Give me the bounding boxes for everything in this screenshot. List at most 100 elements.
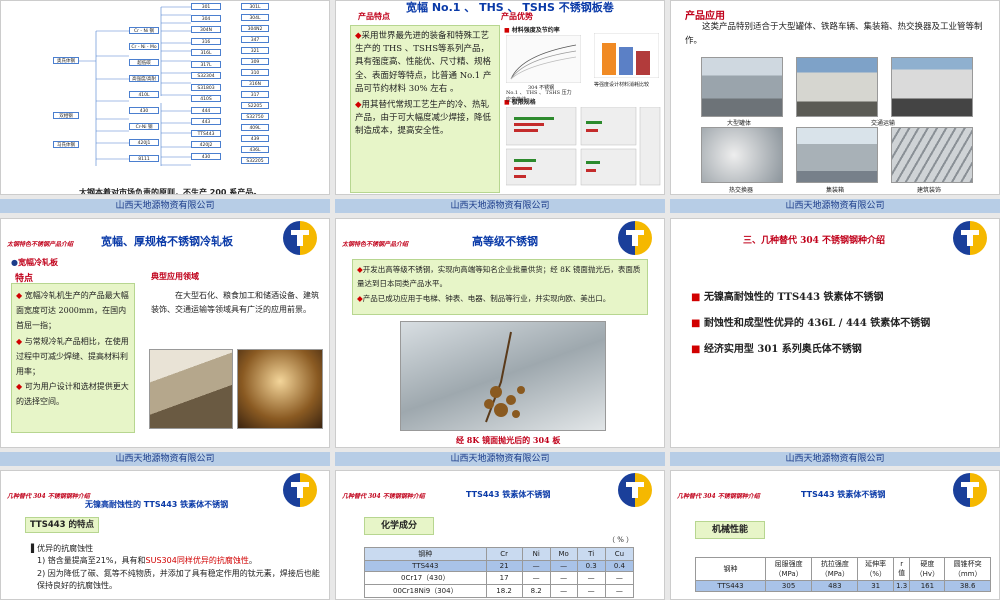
table-row: TTS443 21— —0.3 0.4 — [364, 560, 635, 572]
slide5-caption: 经 8K 镜面抛光后的 304 板 — [456, 435, 561, 445]
tree-node: 304 — [191, 14, 221, 22]
tree-node: 321 — [241, 47, 269, 54]
slide9-tag: 几种替代 304 不锈钢钢种介绍 — [677, 493, 760, 500]
tree-node: 430 — [191, 152, 221, 160]
photo-container — [796, 127, 878, 183]
mechanical-table: 钢种 屈服强度（MPa） 抗拉强度（MPa） 延伸率（%） r 值硬度（Hv） 圆锥杯突（… — [695, 557, 991, 592]
tree-node: 347 — [241, 36, 269, 43]
list-item: ■ 无镍高耐蚀性的 TTS443 铁素体不锈钢 — [691, 292, 884, 303]
slide2-footer: 山西天地源物资有限公司 — [335, 199, 665, 213]
company-logo — [618, 473, 652, 507]
chart3-caption: No.1 、 THS 、 TSHS 压力应变曲线 — [506, 90, 572, 103]
tree-node: 8111 — [129, 155, 159, 162]
photo-kitchen — [149, 349, 233, 429]
company-logo — [953, 473, 987, 507]
slide7-body: ▌优异的抗腐蚀性 1) 铬含量提高至21%，具有和SUS304同样优异的抗腐蚀性… — [31, 544, 320, 591]
photo-truck — [891, 57, 973, 117]
slide3-title: 产品应用 — [685, 11, 725, 22]
slide6-list: ■ 无镍高耐蚀性的 TTS443 铁素体不锈钢 ■ 耐蚀性和成型性优异的 436… — [691, 285, 930, 363]
tree-node: 304L — [241, 14, 269, 21]
table-header-row: 钢种 屈服强度（MPa） 抗拉强度（MPa） 延伸率（%） r 值硬度（Hv） 圆锥杯突（… — [695, 557, 991, 581]
table-row: TTS443 305 483 31 1.3 161 38.6 — [695, 580, 991, 592]
tree-node: TTS443 — [191, 129, 221, 137]
slide9-box: 机械性能 — [695, 521, 765, 539]
slide5-tag: 太钢特色不锈钢产品介绍 — [342, 241, 409, 248]
list-item: ■ 经济实用型 301 系列奥氏体不锈钢 — [691, 344, 862, 355]
photo-building — [891, 127, 973, 183]
tree-node: S32750 — [241, 113, 269, 120]
slide7-box: TTS443 的特点 — [25, 517, 99, 533]
slide4-apps: 在大型石化、粮食加工和储酒设备、建筑装饰、交通运输等领域具有广泛的应用前景。 — [151, 291, 319, 314]
table-row: 0Cr17（430） 17— — — — — [364, 571, 635, 585]
tree-node: Cr - Ni 钢 — [129, 27, 159, 34]
slide4-right-head: 典型应用领域 — [151, 271, 199, 281]
tree-node: 304N2 — [241, 25, 269, 32]
photo-large-tanks — [701, 57, 783, 117]
tree-node: 439 — [241, 135, 269, 142]
slide9-title: TTS443 铁素体不锈钢 — [801, 490, 886, 499]
slide-ths-plates[interactable]: 宽幅 No.1 、 THS 、 TSHS 不锈钢板卷 产品特点 产品优势 ◆采用… — [335, 0, 665, 195]
tree-node: 317L — [191, 60, 221, 68]
slide-tts443-mechanical[interactable]: 几种替代 304 不锈钢钢种介绍 TTS443 铁素体不锈钢 机械性能 钢种 屈服… — [670, 470, 1000, 600]
tree-node: 410S — [191, 95, 221, 102]
caption-container: 集装箱 — [826, 187, 845, 194]
tree-node: Cr - Ni - Mo 钢 — [129, 43, 159, 50]
slide-tts443-features[interactable]: 几种替代 304 不锈钢钢种介绍 无镍高耐蚀性的 TTS443 铁素体不锈钢 T… — [0, 470, 330, 600]
caption-heat-exchanger: 热交换器 — [729, 187, 754, 194]
slide8-box: 化学成分 — [364, 517, 434, 535]
chart1-title: ■ 材料强度及节约率 — [504, 27, 560, 34]
caption-transport: 交通运输 — [871, 120, 896, 127]
material-usage-bar-chart — [594, 33, 659, 78]
tree-node: 超低碳 — [129, 59, 159, 66]
tree-node: 奥氏体钢 — [53, 57, 79, 64]
tree-node: 430 — [129, 107, 159, 114]
slide7-title: 无镍高耐蚀性的 TTS443 铁素体不锈钢 — [85, 500, 229, 509]
caption-large-tanks: 大型罐体 — [727, 120, 752, 127]
slide3-footer: 山西天地源物资有限公司 — [670, 199, 1000, 213]
company-logo — [618, 221, 652, 255]
slide7-tag: 几种替代 304 不锈钢钢种介绍 — [7, 493, 90, 500]
tree-node: 310 — [241, 69, 269, 76]
tree-node: 双相钢 — [53, 112, 79, 119]
strength-curve-chart — [506, 35, 581, 83]
tree-node: 316N — [241, 80, 269, 87]
slide2-adv: 产品优势 — [501, 11, 533, 21]
slide8-title: TTS443 铁素体不锈钢 — [466, 490, 551, 499]
slide4-points: ◆ 宽幅冷轧机生产的产品最大幅面宽度可达 2000mm，在国内首屈一指； ◆ 与… — [11, 283, 135, 433]
photo-rail-cars — [796, 57, 878, 117]
tree-node: 316L — [191, 49, 221, 56]
tree-node: 高强度/高耐蚀 — [129, 75, 159, 82]
slide4-footer: 山西天地源物资有限公司 — [0, 452, 330, 466]
list-item: ■ 耐蚀性和成型性优异的 436L / 444 铁素体不锈钢 — [691, 318, 931, 329]
slide-alternatives-list[interactable]: 三、几种替代 304 不锈钢钢种介绍 ■ 无镍高耐蚀性的 TTS443 铁素体不… — [670, 218, 1000, 448]
slide8-tag: 几种替代 304 不锈钢钢种介绍 — [342, 493, 425, 500]
tree-node: S32304 — [191, 72, 221, 79]
slide3-text: 这类产品特别适合于大型罐体、铁路车辆、集装箱、热交换器及工业管等制作。 — [685, 22, 983, 46]
tree-node: 309 — [241, 58, 269, 65]
slide8-unit: （ % ） — [608, 536, 634, 544]
slide2-tag: 产品特点 — [358, 11, 390, 21]
chemistry-table: 钢种 Cr Ni Mo Ti Cu TTS443 21— —0.3 0.4 0Cr17（430）… — [364, 547, 635, 598]
tree-node: 444 — [191, 106, 221, 114]
slide5-footer: 山西天地源物资有限公司 — [335, 452, 665, 466]
product-tree-diagram — [76, 6, 191, 166]
photo-tanks-hall — [237, 349, 323, 429]
photo-heat-exchanger — [701, 127, 783, 183]
slide6-title: 三、几种替代 304 不锈钢钢种介绍 — [743, 236, 886, 246]
caption-building: 建筑装饰 — [917, 187, 942, 194]
slide1-caption: 太钢本着对市场负责的原则，不生产 200 系产品。 — [79, 188, 262, 195]
slide4-title: 宽幅、厚规格不锈钢冷轧板 — [101, 235, 233, 248]
company-logo — [283, 473, 317, 507]
tree-node: 301 — [191, 3, 221, 10]
slide6-footer: 山西天地源物资有限公司 — [670, 452, 1000, 466]
slide-steel-tree[interactable]: 奥氏体钢双相钢马氏体钢 Cr - Ni 钢 Cr - Ni - Mo 钢超低碳高强度… — [0, 0, 330, 195]
slide-tts443-chemistry[interactable]: 几种替代 304 不锈钢钢种介绍 TTS443 铁素体不锈钢 化学成分 （ % … — [335, 470, 665, 600]
slide-high-grade[interactable]: 太钢特色不锈钢产品介绍 高等级不锈钢 ◆开发出高等级不锈钢，实现向高端等知名企业… — [335, 218, 665, 448]
slide-wide-cold-rolled[interactable]: 太钢特色不锈钢产品介绍 宽幅、厚规格不锈钢冷轧板 ●宽幅冷轧板 特点 典型应用领… — [0, 218, 330, 448]
slide5-bullets: ◆开发出高等级不锈钢，实现向高端等知名企业批量供货；经 8K 镜面抛光后，表面质… — [352, 259, 648, 315]
slide-applications[interactable]: 产品应用 这类产品特别适合于大型罐体、铁路车辆、集装箱、热交换器及工业管等制作。… — [670, 0, 1000, 195]
tree-node: S31803 — [191, 83, 221, 91]
tree-node: 317 — [241, 91, 269, 98]
chart2-caption: 等强度设计材料消耗比较 — [594, 82, 650, 88]
tree-node: 420J1 — [129, 139, 159, 146]
